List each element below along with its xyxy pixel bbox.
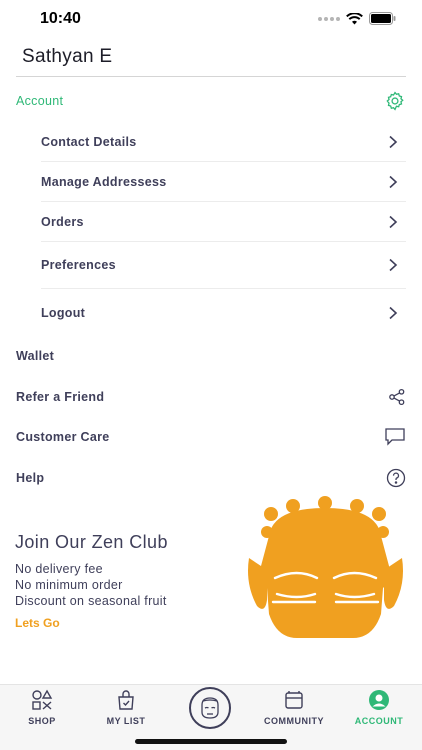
chevron-right-icon: [389, 175, 398, 188]
tab-label: SHOP: [28, 716, 56, 726]
menu-item-contact-details[interactable]: Contact Details: [41, 122, 406, 162]
menu-item-label: Wallet: [16, 349, 55, 363]
account-label: Account: [16, 94, 64, 108]
zen-benefit: No minimum order: [15, 578, 123, 592]
menu-item-label: Refer a Friend: [16, 390, 105, 404]
menu-item-label: Preferences: [41, 258, 116, 272]
chevron-right-icon: [389, 215, 398, 228]
chevron-right-icon: [389, 258, 398, 272]
tab-label: ACCOUNT: [354, 716, 404, 726]
status-bar: 10:40: [0, 0, 422, 40]
tab-my-list[interactable]: MY LIST: [100, 685, 152, 735]
home-indicator: [135, 739, 287, 744]
menu-item-label: Orders: [41, 214, 84, 229]
user-name: Sathyan E: [22, 46, 113, 67]
shop-icon: [32, 689, 53, 710]
menu-item-refer-friend[interactable]: Refer a Friend: [16, 384, 406, 410]
menu-item-label: Help: [16, 471, 45, 485]
gear-icon[interactable]: [384, 90, 406, 112]
menu-item-label: Manage Addressess: [41, 174, 167, 189]
chat-bubble-icon[interactable]: [384, 427, 406, 447]
share-icon[interactable]: [388, 388, 406, 406]
tab-account[interactable]: ACCOUNT: [350, 685, 408, 735]
zen-club-title: Join Our Zen Club: [15, 532, 168, 552]
battery-icon: [369, 12, 396, 25]
menu-item-customer-care[interactable]: Customer Care: [16, 424, 406, 450]
zen-face-icon: [201, 697, 219, 719]
zen-benefit: Discount on seasonal fruit: [15, 594, 167, 608]
menu-item-manage-addresses[interactable]: Manage Addressess: [41, 162, 406, 202]
menu-item-orders[interactable]: Orders: [41, 202, 406, 242]
menu-item-help[interactable]: Help: [16, 465, 406, 491]
account-submenu: Contact Details Manage Addressess Orders…: [41, 122, 406, 336]
signal-icon: [318, 16, 340, 21]
menu-item-label: Logout: [41, 305, 86, 320]
account-icon: [369, 690, 389, 710]
wifi-icon: [346, 12, 363, 24]
tab-label: COMMUNITY: [264, 716, 324, 726]
menu-item-wallet[interactable]: Wallet: [16, 343, 406, 369]
chevron-right-icon: [389, 306, 398, 319]
menu-item-label: Customer Care: [16, 430, 110, 444]
help-circle-icon[interactable]: [386, 468, 406, 488]
tab-zen-home[interactable]: [189, 687, 231, 729]
tab-community[interactable]: COMMUNITY: [258, 685, 330, 735]
account-section-header[interactable]: Account: [16, 88, 406, 114]
chevron-right-icon: [389, 135, 398, 148]
status-time: 10:40: [40, 10, 81, 27]
tab-label: MY LIST: [106, 716, 146, 726]
tab-shop[interactable]: SHOP: [22, 685, 62, 735]
community-icon: [285, 691, 303, 709]
menu-item-label: Contact Details: [41, 134, 137, 149]
lets-go-link[interactable]: Lets Go: [15, 616, 60, 630]
bag-icon: [118, 690, 134, 710]
menu-item-logout[interactable]: Logout: [41, 289, 406, 336]
header-divider: [16, 76, 406, 77]
zen-benefit: No delivery fee: [15, 562, 103, 576]
menu-item-preferences[interactable]: Preferences: [41, 242, 406, 289]
status-icons: [318, 12, 396, 25]
zen-face-illustration: [248, 496, 403, 638]
